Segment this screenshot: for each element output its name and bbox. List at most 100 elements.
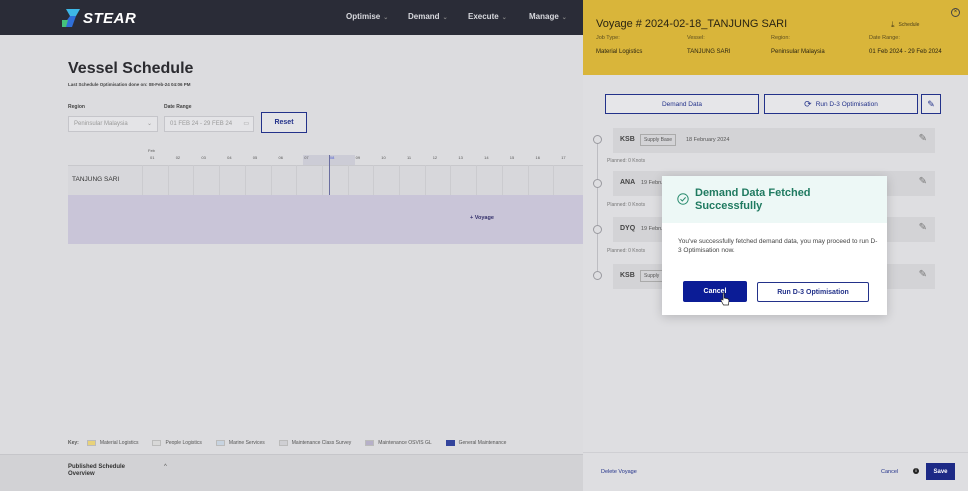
stop-marker — [593, 135, 602, 144]
grid-line — [296, 165, 298, 195]
month-label: Feb — [148, 148, 155, 153]
calendar-icon: ▭ — [243, 121, 249, 127]
key-item: Maintenance OSVIS GL — [365, 440, 432, 446]
chevron-down-icon: ⌄ — [501, 15, 507, 21]
key-swatch — [278, 440, 288, 446]
modal-cancel-button[interactable]: Cancel — [683, 281, 747, 302]
grid-line — [167, 165, 169, 195]
modal-title: Demand Data Fetched Successfully — [695, 187, 811, 212]
day-header: 10 — [381, 155, 386, 160]
planned-speed: Planned: 0 Knots — [607, 248, 646, 254]
pencil-icon[interactable]: ✎ — [919, 176, 927, 187]
nav-manage[interactable]: Manage ⌄ — [529, 12, 567, 21]
grid-line — [450, 165, 452, 195]
pencil-icon[interactable]: ✎ — [919, 133, 927, 144]
stop-card[interactable]: KSB Supply Base 18 February 2024 ✎ — [613, 128, 935, 153]
published-schedule-overview[interactable]: Published Schedule Overview ^ — [0, 454, 583, 491]
info-icon[interactable]: i — [913, 468, 919, 474]
date-range-label: Date Range — [164, 104, 192, 110]
day-header: 16 — [535, 155, 540, 160]
edit-icon[interactable]: ✎ — [921, 94, 941, 114]
day-header: 06 — [278, 155, 283, 160]
region-select[interactable]: Peninsular Malaysia ⌄ — [68, 116, 158, 132]
save-button[interactable]: Save — [926, 463, 955, 480]
stop-tag: Supply Base — [640, 134, 677, 146]
hand-cursor-icon — [720, 292, 730, 306]
day-header: 02 — [175, 155, 181, 160]
pencil-icon[interactable]: ✎ — [919, 269, 927, 280]
vessel-label: Vessel: — [687, 35, 705, 41]
chevron-up-icon[interactable]: ^ — [164, 464, 167, 470]
grid-line — [399, 165, 400, 195]
cancel-link[interactable]: Cancel — [881, 469, 898, 475]
download-icon: ⤓ — [891, 20, 895, 29]
grid-line — [193, 165, 195, 195]
nav-execute[interactable]: Execute ⌄ — [468, 12, 507, 21]
timeline-line — [597, 143, 598, 277]
voyage-header: Voyage # 2024-02-18_TANJUNG SARI × ⤓ Sch… — [583, 0, 968, 75]
stop-date: 19 Febru — [641, 180, 664, 186]
demand-data-button[interactable]: Demand Data — [605, 94, 759, 114]
planned-speed: Planned: 0 Knots — [607, 158, 646, 164]
grid-line — [244, 165, 246, 195]
stop-date: 19 Febru — [641, 226, 664, 232]
day-header: 15 — [509, 155, 515, 160]
refresh-icon: ⟳ — [804, 98, 812, 109]
run-optimisation-button[interactable]: ⟳ Run D-3 Optimisation — [764, 94, 918, 114]
logo-mark-icon — [62, 9, 80, 27]
chevron-down-icon: ⌄ — [146, 121, 152, 127]
reset-button[interactable]: Reset — [261, 112, 307, 133]
day-header: 08 — [329, 155, 335, 160]
day-header: 17 — [561, 155, 566, 160]
delete-voyage-link[interactable]: Delete Voyage — [601, 469, 637, 475]
add-voyage-button[interactable]: + Voyage — [470, 215, 494, 221]
key-item: Maintenance Class Survey — [278, 440, 351, 446]
grid-line — [553, 165, 555, 195]
grid-line — [527, 165, 529, 195]
date-range-picker[interactable]: 01 FEB 24 - 29 FEB 24 ▭ — [164, 116, 254, 132]
vessel-value: TANJUNG SARI — [687, 49, 731, 55]
today-marker — [329, 155, 330, 195]
key-swatch — [445, 440, 455, 446]
panel-footer: Delete Voyage Cancel i Save — [583, 452, 968, 491]
pencil-icon[interactable]: ✎ — [919, 222, 927, 233]
job-type-label: Job Type: — [596, 35, 620, 41]
published-title: Published Schedule Overview — [68, 464, 126, 477]
grid-line — [321, 165, 323, 195]
chevron-down-icon: ⌄ — [383, 15, 389, 21]
day-header: 01 — [150, 155, 155, 160]
schedule-link[interactable]: ⤓ Schedule — [891, 20, 919, 30]
success-modal: Demand Data Fetched Successfully You've … — [662, 176, 887, 315]
key-swatch — [215, 440, 225, 446]
page-title: Vessel Schedule — [68, 60, 194, 77]
vessel-name: TANJUNG SARI — [72, 176, 120, 183]
modal-message: You've successfully fetched demand data,… — [678, 238, 878, 254]
key-label: Key: — [68, 440, 79, 446]
stop-tag: Supply — [640, 270, 664, 282]
planned-speed: Planned: 0 Knots — [607, 202, 646, 208]
key-swatch — [86, 440, 96, 446]
close-icon[interactable]: × — [951, 8, 960, 17]
key-item: Material Logistics — [86, 440, 138, 446]
chevron-down-icon: ⌄ — [442, 15, 448, 21]
job-type-value: Material Logistics — [596, 49, 643, 55]
stop-marker — [593, 179, 602, 188]
app-logo[interactable]: STEAR — [62, 8, 136, 28]
grid-line — [424, 165, 426, 195]
day-header: 14 — [484, 155, 489, 160]
day-header: 03 — [201, 155, 206, 160]
stop-marker — [593, 271, 602, 280]
nav-demand[interactable]: Demand ⌄ — [408, 12, 448, 21]
day-header: 04 — [227, 155, 232, 160]
nav-optimise[interactable]: Optimise ⌄ — [346, 12, 388, 21]
region-label: Region — [68, 104, 85, 110]
voyage-band[interactable] — [68, 195, 583, 244]
voyage-title: Voyage # 2024-02-18_TANJUNG SARI — [596, 18, 788, 30]
last-optimisation-text: Last Schedule Optimisation done on: 08-F… — [68, 82, 191, 87]
legend-key: Key: Material Logistics People Logistics… — [68, 440, 516, 446]
modal-run-optimisation-button[interactable]: Run D-3 Optimisation — [757, 282, 869, 302]
grid-line — [270, 165, 272, 195]
key-item: Marine Services — [215, 440, 265, 446]
stop-date: 18 February 2024 — [686, 137, 730, 143]
key-swatch — [365, 440, 375, 446]
